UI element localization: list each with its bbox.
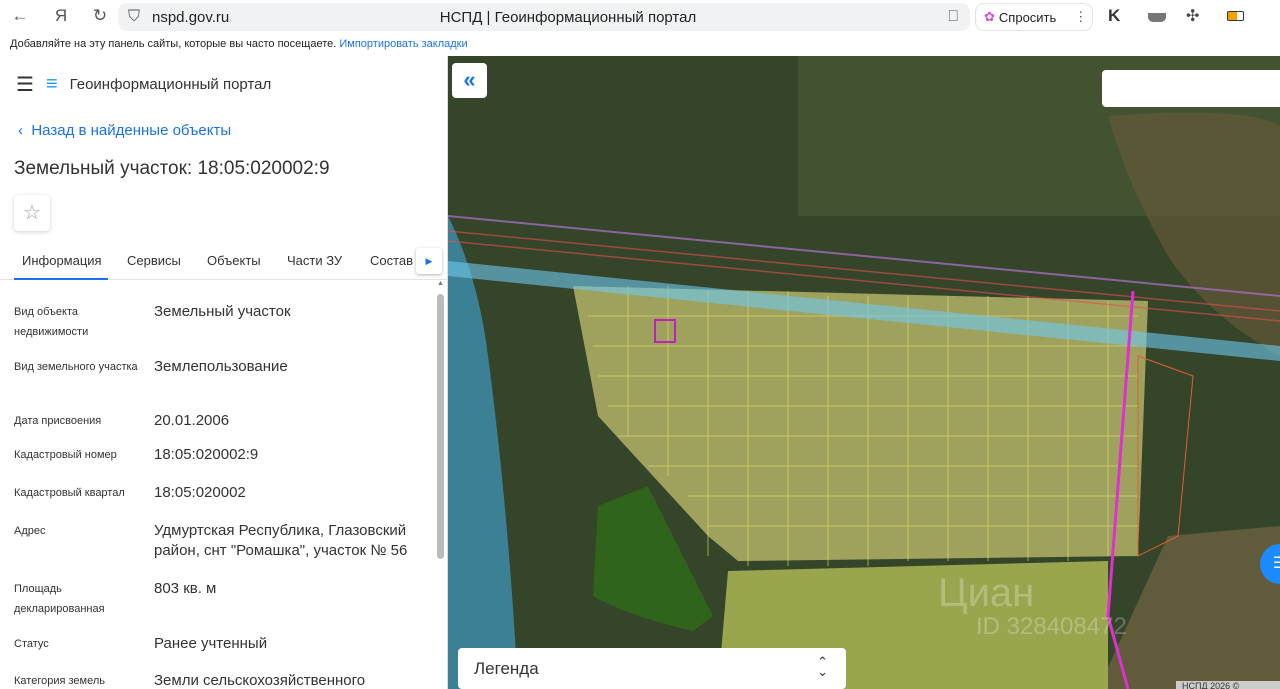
tab-parts[interactable]: Части ЗУ <box>287 253 342 268</box>
portal-name: Геоинформационный портал <box>69 76 272 93</box>
field-value: Ранее учтенный <box>154 635 268 652</box>
field-label: Кадастровый квартал <box>14 487 125 499</box>
tab-objects[interactable]: Объекты <box>207 253 261 268</box>
back-to-results-link[interactable]: ‹ Назад в найденные объекты <box>18 122 231 139</box>
field-value: 18:05:020002:9 <box>154 446 259 463</box>
address-bar[interactable]: ⛉ nspd.gov.ru НСПД | Геоинформационный п… <box>118 3 970 31</box>
url-text[interactable]: nspd.gov.ru <box>152 9 229 26</box>
battery-icon[interactable] <box>1227 11 1244 21</box>
map-search-box[interactable] <box>1102 70 1280 107</box>
extension-icon[interactable] <box>1148 13 1166 22</box>
tabs-next-icon[interactable]: ▶ <box>416 248 442 274</box>
watermark-text: Циан <box>938 571 1034 615</box>
back-label: Назад в найденные объекты <box>31 122 232 139</box>
field-label: Площадь декларированная <box>14 583 105 615</box>
browser-toolbar: ← Я ↻ ⛉ nspd.gov.ru НСПД | Геоинформацио… <box>0 0 1280 34</box>
field-label: Статус <box>14 638 49 650</box>
ask-button[interactable]: ✿ Спросить ⋮ <box>975 3 1093 31</box>
favorite-star-icon[interactable]: ☆ <box>14 195 50 231</box>
bookmarks-hint: Добавляйте на эту панель сайты, которые … <box>10 38 337 50</box>
field-label: Кадастровый номер <box>14 449 117 461</box>
more-icon[interactable]: ⋮ <box>1074 9 1087 25</box>
ask-label: Спросить <box>998 9 1057 25</box>
yandex-icon[interactable]: Я <box>51 6 71 26</box>
collapse-panel-button[interactable]: « <box>452 63 487 98</box>
scrollbar[interactable]: ▲ <box>437 280 444 684</box>
legend-panel[interactable]: Легенда ⌃ ⌄ <box>458 648 846 689</box>
field-value: Земли сельскохозяйственного <box>154 672 366 689</box>
field-value: Удмуртская Республика, Глазовский район,… <box>154 522 408 559</box>
ask-icon: ✿ <box>984 9 995 24</box>
portal-logo-icon: ≡ <box>45 73 58 95</box>
portal-header: ☰ ≡ Геоинформационный портал <box>16 72 271 97</box>
satellite-map: Циан ID 328408472 <box>448 56 1280 689</box>
tab-title: НСПД | Геоинформационный портал <box>439 8 697 26</box>
bookmarks-bar: Добавляйте на эту панель сайты, которые … <box>0 34 1280 56</box>
tabs: Информация Сервисы Объекты Части ЗУ Сост… <box>0 244 447 280</box>
tab-services[interactable]: Сервисы <box>127 253 181 268</box>
object-title: Земельный участок: 18:05:020002:9 <box>14 158 330 179</box>
field-label: Категория земель <box>14 675 105 687</box>
scrollbar-thumb[interactable] <box>437 294 444 559</box>
shield-icon: ⛉ <box>128 8 141 25</box>
extensions-puzzle-icon[interactable]: ✣ <box>1186 6 1199 26</box>
field-value: 18:05:020002 <box>154 484 246 501</box>
field-label: Дата присвоения <box>14 415 102 427</box>
field-label: Вид объекта недвижимости <box>14 306 89 338</box>
import-bookmarks-link[interactable]: Импортировать закладки <box>339 38 467 50</box>
bookmark-icon[interactable]: ⎕ <box>948 8 958 26</box>
reload-icon[interactable]: ↻ <box>90 6 110 26</box>
back-arrow-icon[interactable]: ← <box>10 6 30 26</box>
extension-k-icon[interactable]: K <box>1108 6 1120 26</box>
legend-label: Легенда <box>474 659 539 678</box>
field-value: Землепользование <box>154 358 288 375</box>
field-value: 803 кв. м <box>154 580 217 597</box>
tab-composition[interactable]: Состав <box>370 253 413 268</box>
menu-icon[interactable]: ☰ <box>16 72 34 97</box>
copyright: НСПД 2026 © <box>1176 681 1280 689</box>
field-label: Вид земельного участка <box>14 361 138 373</box>
field-value: 20.01.2006 <box>154 412 230 429</box>
watermark-id: ID 328408472 <box>976 613 1127 640</box>
tab-information[interactable]: Информация <box>14 253 108 280</box>
chevron-left-icon: ‹ <box>18 122 23 139</box>
sidebar: ☰ ≡ Геоинформационный портал ‹ Назад в н… <box>0 56 448 689</box>
field-label: Адрес <box>14 525 46 537</box>
expand-chevron-icon[interactable]: ⌃ ⌄ <box>817 655 828 678</box>
map-canvas[interactable]: Циан ID 328408472 « ☰ Легенда ⌃ ⌄ НСПД 202… <box>448 56 1280 689</box>
field-value: Земельный участок <box>154 303 291 320</box>
